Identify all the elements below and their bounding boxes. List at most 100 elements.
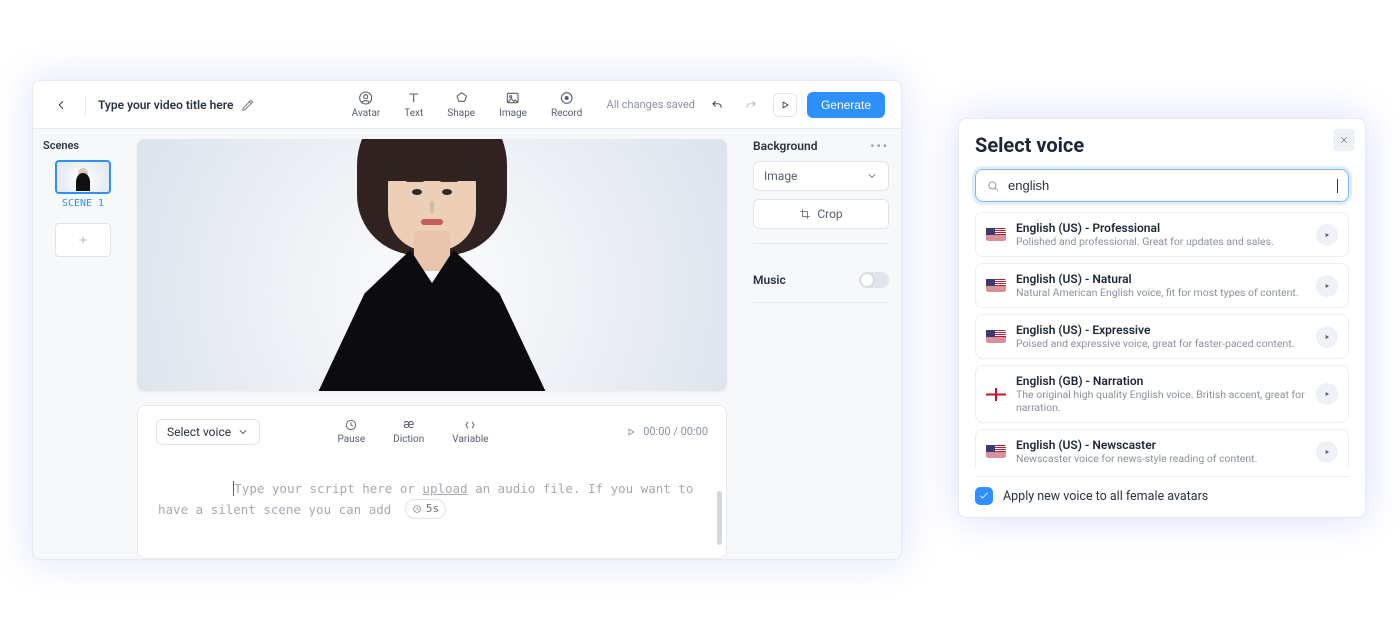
background-type-select[interactable]: Image bbox=[753, 161, 889, 191]
generate-button[interactable]: Generate bbox=[807, 92, 885, 118]
title-editor[interactable]: Type your video title here bbox=[98, 98, 255, 112]
panel-separator bbox=[753, 302, 889, 303]
avatar-figure bbox=[317, 141, 547, 391]
voice-description: Natural American English voice, fit for … bbox=[1016, 286, 1306, 299]
voice-preview-button[interactable] bbox=[1316, 383, 1338, 405]
clock-small-icon bbox=[412, 504, 422, 514]
script-playback[interactable]: 00:00 / 00:00 bbox=[625, 425, 708, 438]
plus-icon bbox=[77, 234, 89, 246]
voice-description: Poised and expressive voice, great for f… bbox=[1016, 337, 1306, 350]
chevron-left-icon bbox=[54, 98, 68, 112]
clock-icon bbox=[344, 418, 358, 432]
flag-us-icon bbox=[986, 279, 1006, 292]
scene-thumbnail[interactable] bbox=[55, 160, 111, 194]
tool-shape[interactable]: Shape bbox=[447, 90, 475, 119]
script-textarea[interactable]: Type your script here or upload an audio… bbox=[156, 459, 708, 540]
image-icon bbox=[505, 90, 521, 106]
voice-description: Newscaster voice for news-style reading … bbox=[1016, 452, 1306, 465]
voice-search-input[interactable] bbox=[975, 169, 1349, 202]
shape-icon bbox=[453, 90, 469, 106]
voice-preview-button[interactable] bbox=[1316, 326, 1338, 348]
voice-list: English (US) - ProfessionalPolished and … bbox=[975, 212, 1349, 468]
editor-header: Type your video title here Avatar Text S… bbox=[33, 81, 901, 129]
undo-button[interactable] bbox=[705, 93, 729, 117]
play-icon bbox=[779, 99, 791, 111]
tool-text[interactable]: Text bbox=[404, 90, 423, 119]
text-icon bbox=[406, 90, 422, 106]
voice-option[interactable]: English (US) - ExpressivePoised and expr… bbox=[975, 314, 1349, 359]
modal-title: Select voice bbox=[975, 133, 1349, 157]
editor-body: Scenes SCENE 1 bbox=[33, 129, 901, 559]
panel-separator bbox=[753, 243, 889, 244]
record-icon bbox=[559, 90, 575, 106]
script-tool-pause[interactable]: Pause bbox=[337, 418, 365, 445]
voice-name: English (US) - Natural bbox=[1016, 272, 1306, 286]
background-more-button[interactable]: ••• bbox=[870, 139, 889, 153]
title-placeholder: Type your video title here bbox=[98, 98, 233, 112]
scene-label: SCENE 1 bbox=[43, 198, 123, 209]
voice-name: English (GB) - Narration bbox=[1016, 374, 1306, 388]
apply-all-row[interactable]: Apply new voice to all female avatars bbox=[975, 476, 1349, 505]
tool-record[interactable]: Record bbox=[551, 90, 582, 119]
chevron-down-icon bbox=[866, 170, 878, 182]
music-section-title: Music bbox=[753, 273, 786, 287]
properties-panel: Background ••• Image Crop Music bbox=[741, 129, 901, 559]
script-panel: Select voice Pause æ Diction bbox=[137, 405, 727, 559]
chevron-down-icon bbox=[237, 426, 249, 438]
music-toggle[interactable] bbox=[859, 272, 889, 288]
script-tool-diction[interactable]: æ Diction bbox=[393, 418, 424, 445]
avatar-icon bbox=[358, 90, 374, 106]
voice-name: English (US) - Newscaster bbox=[1016, 438, 1306, 452]
flag-us-icon bbox=[986, 228, 1006, 241]
video-editor-window: Type your video title here Avatar Text S… bbox=[32, 80, 902, 560]
apply-all-checkbox[interactable] bbox=[975, 487, 993, 505]
script-tool-variable[interactable]: Variable bbox=[452, 418, 488, 445]
voice-name: English (US) - Professional bbox=[1016, 221, 1306, 235]
upload-link[interactable]: upload bbox=[422, 481, 467, 496]
tool-avatar[interactable]: Avatar bbox=[352, 90, 381, 119]
play-outline-icon bbox=[625, 426, 637, 438]
search-icon bbox=[986, 179, 1000, 193]
pencil-icon bbox=[241, 98, 255, 112]
flag-us-icon bbox=[986, 330, 1006, 343]
flag-us-icon bbox=[986, 445, 1006, 458]
add-scene-button[interactable] bbox=[55, 223, 111, 257]
redo-button[interactable] bbox=[739, 93, 763, 117]
video-canvas[interactable] bbox=[137, 139, 727, 391]
redo-icon bbox=[744, 98, 758, 112]
voice-preview-button[interactable] bbox=[1316, 441, 1338, 463]
time-display: 00:00 / 00:00 bbox=[643, 425, 708, 438]
apply-all-label: Apply new voice to all female avatars bbox=[1003, 489, 1208, 504]
play-icon bbox=[1323, 390, 1331, 398]
voice-description: The original high quality English voice.… bbox=[1016, 388, 1306, 414]
preview-play-button[interactable] bbox=[773, 93, 797, 117]
header-right: All changes saved Generate bbox=[607, 92, 885, 118]
play-icon bbox=[1323, 231, 1331, 239]
voice-option[interactable]: English (US) - NewscasterNewscaster voic… bbox=[975, 429, 1349, 468]
save-status: All changes saved bbox=[607, 98, 695, 111]
pause-chip[interactable]: 5s bbox=[405, 499, 446, 519]
tool-image[interactable]: Image bbox=[499, 90, 527, 119]
insert-toolbar: Avatar Text Shape Image Record bbox=[352, 90, 583, 119]
variable-icon bbox=[463, 418, 477, 432]
close-button[interactable] bbox=[1333, 129, 1355, 151]
crop-button[interactable]: Crop bbox=[753, 199, 889, 229]
script-toolbar: Select voice Pause æ Diction bbox=[156, 418, 708, 445]
voice-preview-button[interactable] bbox=[1316, 275, 1338, 297]
select-voice-modal: Select voice English (US) - Professional… bbox=[958, 118, 1366, 518]
select-voice-button[interactable]: Select voice bbox=[156, 419, 260, 445]
crop-icon bbox=[799, 208, 811, 220]
voice-name: English (US) - Expressive bbox=[1016, 323, 1306, 337]
check-icon bbox=[978, 490, 990, 502]
back-button[interactable] bbox=[49, 93, 73, 117]
voice-option[interactable]: English (US) - NaturalNatural American E… bbox=[975, 263, 1349, 308]
undo-icon bbox=[710, 98, 724, 112]
voice-option[interactable]: English (GB) - NarrationThe original hig… bbox=[975, 365, 1349, 423]
voice-search-field[interactable] bbox=[1008, 178, 1329, 193]
voice-preview-button[interactable] bbox=[1316, 224, 1338, 246]
voice-option[interactable]: English (US) - ProfessionalPolished and … bbox=[975, 212, 1349, 257]
close-icon bbox=[1339, 135, 1349, 145]
play-icon bbox=[1323, 333, 1331, 341]
scrollbar-thumb[interactable] bbox=[717, 491, 722, 545]
background-section-title: Background bbox=[753, 139, 817, 153]
